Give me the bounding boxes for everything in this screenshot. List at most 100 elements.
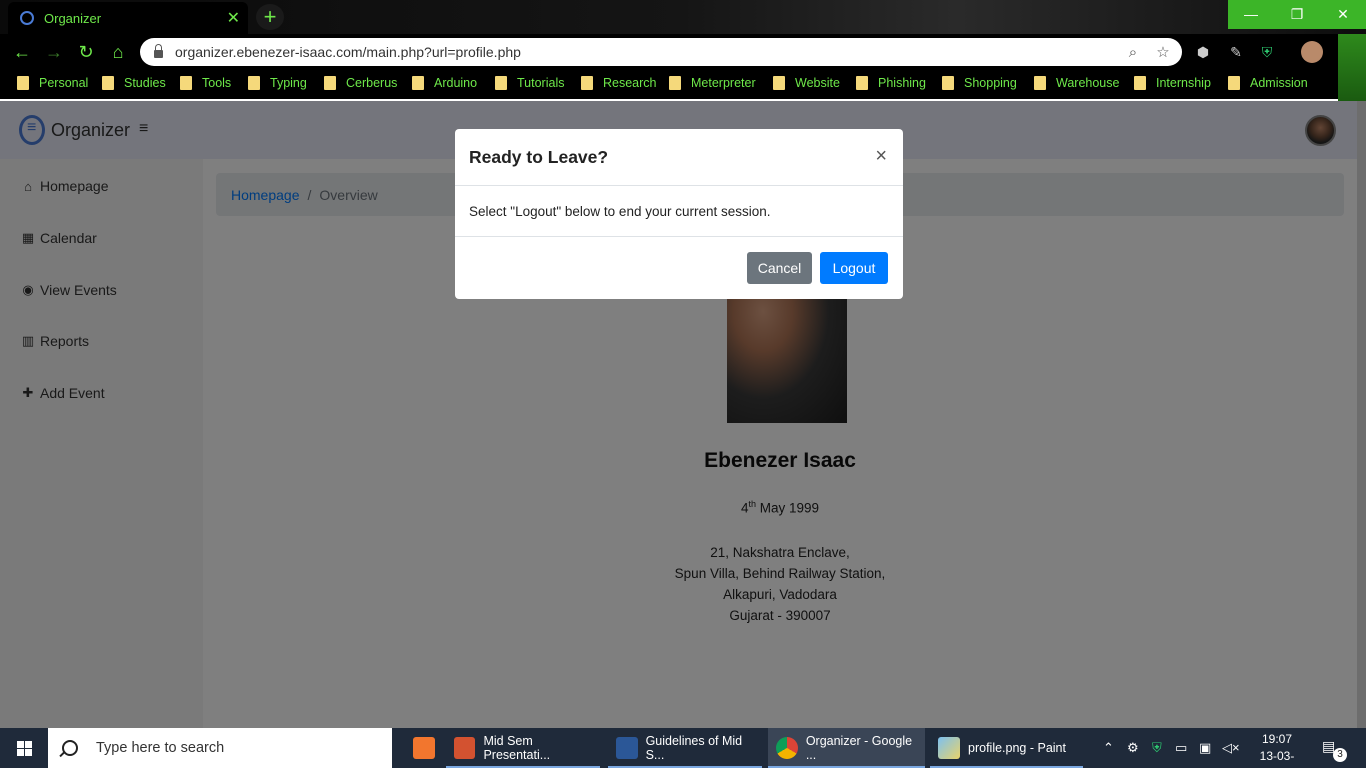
restore-button[interactable]: ❐ [1274,0,1320,29]
powerpoint-icon [454,737,476,759]
bookmark-folder[interactable]: Personal [17,76,88,90]
back-icon[interactable]: ← [10,40,34,64]
bookmark-folder[interactable]: Phishing [856,76,926,90]
bookmark-folder[interactable]: Typing [248,76,307,90]
reload-icon[interactable]: ↻ [74,40,98,64]
modal-title: Ready to Leave? [469,146,609,167]
tab-close-icon[interactable]: ✕ [227,8,240,28]
paint-icon [938,737,960,759]
cancel-button[interactable]: Cancel [747,252,812,284]
bookmark-folder[interactable]: Tutorials [495,76,564,90]
extension-cube-icon[interactable]: ⬢ [1193,42,1213,62]
folder-icon [581,76,593,90]
bookmark-label: Studies [124,76,166,90]
chrome-icon [776,737,798,759]
address-bar[interactable]: organizer.ebenezer-isaac.com/main.php?ur… [140,38,1182,66]
url-text[interactable]: organizer.ebenezer-isaac.com/main.php?ur… [175,44,1122,60]
home-icon[interactable]: ⌂ [106,40,130,64]
taskbar-app-label: Guidelines of Mid S... [645,734,743,762]
taskbar-clock[interactable]: 19:07 13-03-2020 [1248,731,1306,768]
bookmark-label: Admission [1250,76,1308,90]
browser-tab[interactable]: Organizer ✕ [8,2,248,34]
taskbar-app-word[interactable]: Guidelines of Mid S... [608,728,762,768]
folder-icon [856,76,868,90]
bookmark-folder[interactable]: Studies [102,76,166,90]
web-page: Organizer ≡ ⌂ Homepage ▦ Calendar ◉ View… [0,101,1357,728]
bookmark-folder[interactable]: Warehouse [1034,76,1119,90]
taskbar-app-chrome[interactable]: Organizer - Google ... [768,728,925,768]
bookmark-folder[interactable]: Tools [180,76,231,90]
taskbar-search[interactable]: Type here to search [48,728,392,768]
taskbar-app-xampp[interactable] [400,728,440,768]
folder-icon [773,76,785,90]
profile-avatar-icon[interactable] [1301,41,1323,63]
bookmark-label: Tools [202,76,232,90]
folder-icon [1134,76,1146,90]
folder-icon [412,76,424,90]
bookmark-label: Internship [1156,76,1211,90]
folder-icon [248,76,260,90]
modal-footer: Cancel Logout [455,237,903,299]
bookmark-folder[interactable]: Shopping [942,76,1017,90]
bookmark-label: Typing [270,76,307,90]
folder-icon [17,76,29,90]
bookmark-label: Shopping [964,76,1017,90]
clock-time: 19:07 [1261,732,1293,746]
bookmark-folder[interactable]: Website [773,76,840,90]
search-icon [62,740,78,756]
minimize-button[interactable]: — [1228,0,1274,29]
bookmark-label: Tutorials [517,76,565,90]
zoom-icon[interactable]: ⌕ [1122,44,1144,61]
extension-shield-icon[interactable]: ⛨ [1257,42,1277,62]
windows-taskbar: Type here to search Mid Sem Presentati..… [0,728,1366,768]
xampp-icon [413,737,435,759]
logout-button[interactable]: Logout [820,252,888,284]
bookmark-label: Arduino [434,76,478,90]
word-icon [616,737,638,759]
chevron-up-icon[interactable]: ⌃ [1103,740,1114,756]
new-tab-button[interactable]: + [256,4,284,30]
tray-app-icon[interactable]: ⚙ [1127,740,1139,756]
bookmark-label: Cerberus [346,76,398,90]
bookmark-label: Personal [39,76,89,90]
search-placeholder: Type here to search [96,740,225,756]
lock-icon [154,44,163,58]
bookmark-folder[interactable]: Admission [1228,76,1308,90]
network-icon[interactable]: ▣ [1199,740,1211,756]
volume-mute-icon[interactable]: ◁× [1222,740,1240,756]
bookmark-star-icon[interactable]: ☆ [1152,43,1174,61]
bookmark-folder[interactable]: Internship [1134,76,1211,90]
bookmark-folder[interactable]: Cerberus [324,76,397,90]
theme-accent-strip [1338,34,1366,102]
taskbar-app-powerpoint[interactable]: Mid Sem Presentati... [446,728,600,768]
windows-logo-icon [17,741,32,756]
start-button[interactable] [0,728,48,768]
modal-header: Ready to Leave? × [455,129,903,186]
folder-icon [1228,76,1240,90]
close-icon[interactable]: × [875,145,887,168]
folder-icon [180,76,192,90]
bookmark-label: Research [603,76,657,90]
tab-title: Organizer [44,10,102,26]
battery-icon[interactable]: ▭ [1175,740,1187,756]
forward-icon[interactable]: → [42,40,66,64]
bookmark-folder[interactable]: Arduino [412,76,477,90]
folder-icon [669,76,681,90]
folder-icon [102,76,114,90]
modal-body: Select "Logout" below to end your curren… [455,186,903,237]
browser-titlebar: Organizer ✕ + — ❐ ✕ [0,0,1366,34]
extension-pen-icon[interactable]: ✎ [1226,42,1246,62]
close-window-button[interactable]: ✕ [1320,0,1366,29]
bookmark-folder[interactable]: Meterpreter [669,76,756,90]
tray-shield-icon[interactable]: ⛨ [1152,740,1162,756]
page-scrollbar[interactable] [1357,101,1366,728]
folder-icon [495,76,507,90]
bookmark-folder[interactable]: Research [581,76,657,90]
clock-date: 13-03-2020 [1259,749,1295,768]
taskbar-app-paint[interactable]: profile.png - Paint [930,728,1083,768]
browser-toolbar: ← → ↻ ⌂ organizer.ebenezer-isaac.com/mai… [0,34,1366,70]
folder-icon [1034,76,1046,90]
folder-icon [942,76,954,90]
bookmarks-bar: Personal Studies Tools Typing Cerberus A… [0,70,1366,99]
bookmark-label: Warehouse [1056,76,1120,90]
